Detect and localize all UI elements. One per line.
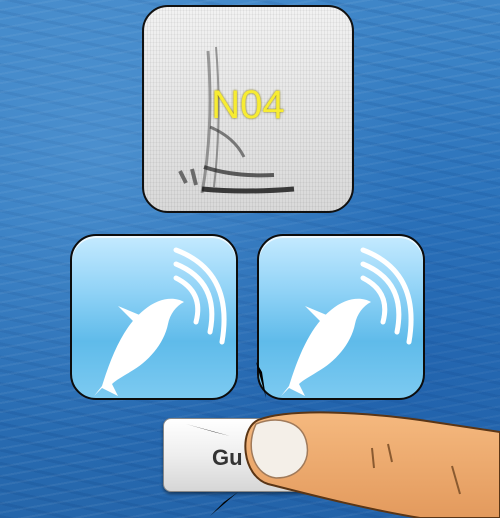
pointing-finger-icon <box>244 411 500 518</box>
